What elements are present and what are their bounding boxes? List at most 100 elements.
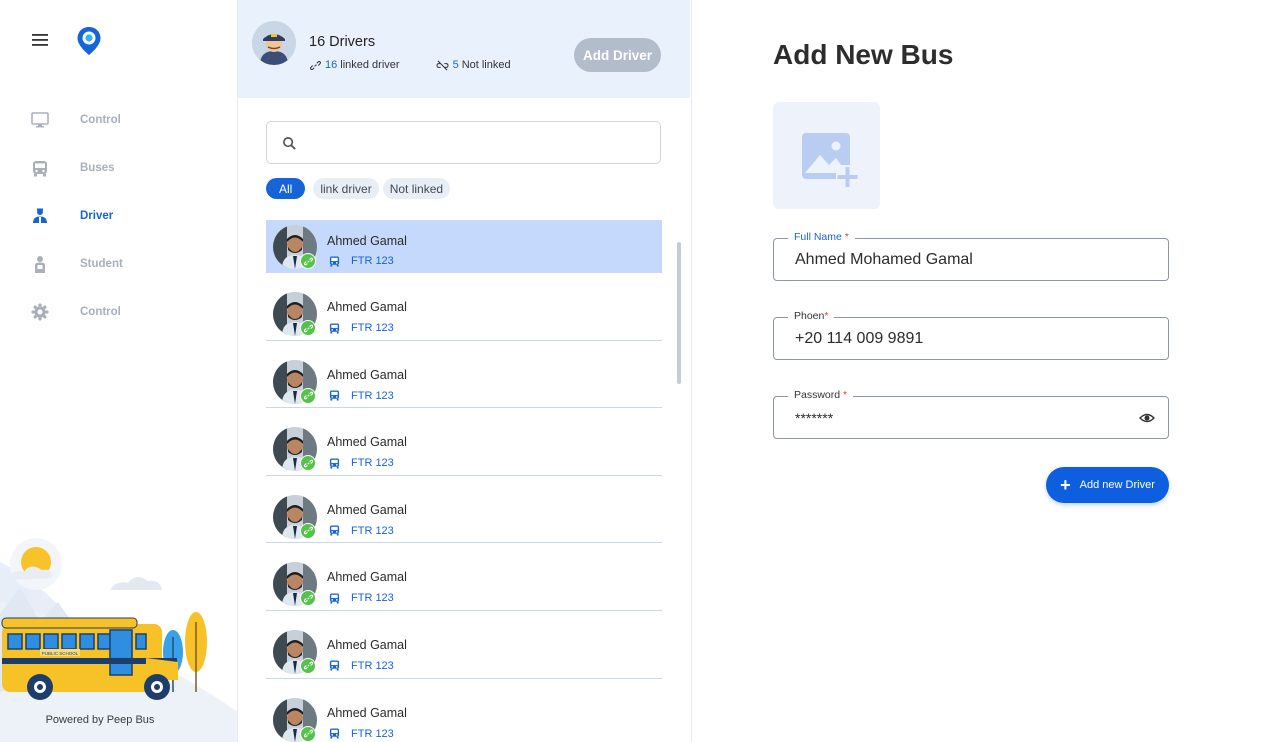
filter-chips: All link driver Not linked xyxy=(266,178,454,199)
bus-icon xyxy=(329,390,351,401)
not-linked-stat: 5 Not linked xyxy=(436,59,511,71)
driver-icon xyxy=(30,206,50,226)
sidebar-item-control[interactable]: Control xyxy=(0,288,237,336)
link-icon xyxy=(300,522,316,539)
bus-plate: FTR 123 xyxy=(351,389,394,402)
bus-icon xyxy=(30,158,50,178)
link-icon xyxy=(300,253,316,269)
sidebar-item-control[interactable]: Control xyxy=(0,96,237,144)
drivers-count-title: 16 Drivers xyxy=(309,34,376,50)
link-icon xyxy=(300,590,316,607)
driver-row[interactable]: Ahmed Gamal FTR 123 xyxy=(266,611,662,679)
drivers-avatar xyxy=(252,21,296,65)
phone-value: +20 114 009 9891 xyxy=(795,330,924,347)
sidebar-item-label: Driver xyxy=(80,210,114,222)
password-label: Password * xyxy=(788,389,854,401)
link-icon xyxy=(300,320,316,336)
filter-all[interactable]: All xyxy=(266,178,306,199)
driver-bus: FTR 123 xyxy=(329,728,394,740)
driver-row[interactable]: Ahmed Gamal FTR 123 xyxy=(266,679,662,742)
phone-field[interactable]: Phoen* +20 114 009 9891 xyxy=(773,310,1169,360)
menu-icon[interactable] xyxy=(28,28,52,52)
list-scrollbar[interactable] xyxy=(677,242,681,384)
search-box[interactable] xyxy=(266,121,661,164)
bus-plate: FTR 123 xyxy=(351,727,394,740)
drivers-stats: 16 linked driver 5 Not linked xyxy=(310,59,547,71)
link-icon xyxy=(310,60,321,70)
driver-name: Ahmed Gamal xyxy=(327,637,407,652)
linked-stat: 16 linked driver xyxy=(310,59,400,71)
driver-name: Ahmed Gamal xyxy=(327,435,407,450)
phone-label: Phoen* xyxy=(788,310,835,322)
sidebar: Control Buses Driver Student Control PUB… xyxy=(0,0,238,742)
school-bus-illustration: PUBLIC SCHOOL xyxy=(0,538,237,742)
full-name-label: Full Name * xyxy=(788,231,855,243)
add-bus-form: Add New Bus Full Name * Ahmed Mohamed Ga… xyxy=(773,0,1193,742)
student-icon xyxy=(30,254,50,274)
not-linked-label: Not linked xyxy=(461,59,511,71)
full-name-field[interactable]: Full Name * Ahmed Mohamed Gamal xyxy=(773,231,1169,281)
add-driver-button[interactable]: Add Driver xyxy=(574,38,661,72)
driver-name: Ahmed Gamal xyxy=(327,234,407,248)
app-root: Control Buses Driver Student Control PUB… xyxy=(0,0,1280,742)
eye-icon[interactable] xyxy=(1139,410,1155,426)
driver-bus: FTR 123 xyxy=(329,525,394,537)
driver-row[interactable]: Ahmed Gamal FTR 123 xyxy=(266,408,662,476)
bus-icon xyxy=(329,255,351,267)
bus-plate: FTR 123 xyxy=(351,524,394,537)
sidebar-item-student[interactable]: Student xyxy=(0,240,237,288)
search-input[interactable] xyxy=(307,122,647,163)
drivers-list: Ahmed Gamal FTR 123 Ahmed Gamal FTR 123 Ahme… xyxy=(266,220,662,742)
link-icon xyxy=(300,455,316,472)
bus-plate: FTR 123 xyxy=(351,457,394,470)
linked-count: 16 xyxy=(325,59,338,71)
image-upload[interactable] xyxy=(773,102,880,209)
sidebar-item-driver[interactable]: Driver xyxy=(0,192,237,240)
not-linked-count: 5 xyxy=(452,59,459,71)
bus-plate: FTR 123 xyxy=(351,592,394,605)
bus-icon xyxy=(329,593,351,604)
bus-icon xyxy=(329,660,351,672)
driver-bus: FTR 123 xyxy=(329,660,394,672)
bus-icon xyxy=(329,458,351,469)
driver-bus: FTR 123 xyxy=(329,592,394,604)
drivers-panel: 16 Drivers 16 linked driver 5 Not linked… xyxy=(238,0,692,742)
plus-icon: + xyxy=(1060,475,1071,495)
driver-row[interactable]: Ahmed Gamal FTR 123 xyxy=(266,341,662,409)
driver-row[interactable]: Ahmed Gamal FTR 123 xyxy=(266,476,662,544)
bus-plate: FTR 123 xyxy=(351,659,394,672)
link-icon xyxy=(300,387,316,404)
bus-icon xyxy=(329,728,351,739)
driver-name: Ahmed Gamal xyxy=(327,367,407,382)
driver-row[interactable]: Ahmed Gamal FTR 123 xyxy=(266,220,662,273)
filter-link-driver[interactable]: link driver xyxy=(313,178,379,199)
driver-row[interactable]: Ahmed Gamal FTR 123 xyxy=(266,273,662,341)
driver-row[interactable]: Ahmed Gamal FTR 123 xyxy=(266,543,662,611)
monitor-icon xyxy=(30,110,50,130)
app-logo[interactable] xyxy=(76,26,102,56)
password-field[interactable]: Password * ******* xyxy=(773,389,1169,439)
sidebar-item-label: Buses xyxy=(80,162,115,174)
bus-icon xyxy=(329,525,351,536)
sidebar-item-buses[interactable]: Buses xyxy=(0,144,237,192)
link-off-icon xyxy=(436,60,449,70)
driver-bus: FTR 123 xyxy=(329,457,394,469)
bus-plate: FTR 123 xyxy=(351,255,394,267)
sidebar-item-label: Control xyxy=(80,114,121,126)
powered-by-text: Powered by Peep Bus xyxy=(45,714,155,726)
sidebar-nav: Control Buses Driver Student Control xyxy=(0,96,237,336)
bus-plate: FTR 123 xyxy=(351,322,394,334)
filter-not-linked[interactable]: Not linked xyxy=(382,178,451,199)
driver-name: Ahmed Gamal xyxy=(327,570,407,585)
password-value: ******* xyxy=(795,410,834,426)
drivers-header: 16 Drivers 16 linked driver 5 Not linked… xyxy=(238,0,690,98)
link-icon xyxy=(300,725,316,742)
bus-icon xyxy=(329,322,351,334)
search-icon xyxy=(283,137,296,150)
add-new-driver-label: Add new Driver xyxy=(1079,479,1155,491)
page-title: Add New Bus xyxy=(773,39,954,70)
add-new-driver-button[interactable]: + Add new Driver xyxy=(1046,467,1169,503)
linked-label: linked driver xyxy=(340,59,400,71)
driver-name: Ahmed Gamal xyxy=(327,705,407,720)
sidebar-item-label: Control xyxy=(80,306,121,318)
